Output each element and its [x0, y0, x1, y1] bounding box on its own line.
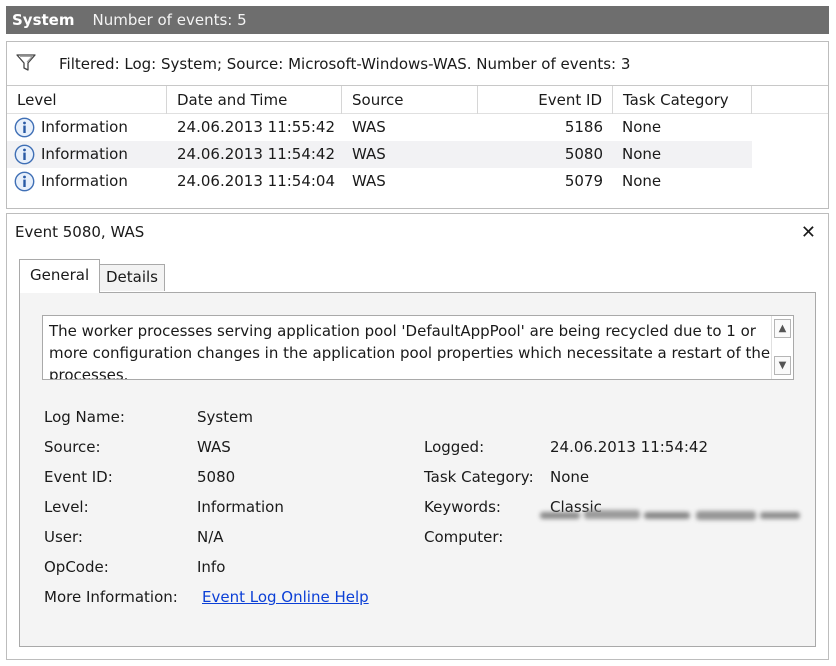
label-level: Level: [44, 498, 89, 516]
close-icon[interactable]: ✕ [801, 222, 816, 243]
events-list-panel: Filtered: Log: System; Source: Microsoft… [6, 41, 829, 209]
label-computer: Computer: [424, 528, 504, 546]
cell-event-id: 5080 [564, 145, 603, 163]
cell-task-category: None [622, 145, 662, 163]
label-more-information: More Information: [44, 588, 178, 606]
cell-level: Information [41, 118, 128, 136]
information-icon [14, 171, 35, 192]
log-header-bar: System Number of events: 5 [6, 6, 829, 34]
label-source: Source: [44, 438, 101, 456]
table-row-selected[interactable]: Information 24.06.2013 11:54:42 WAS 5080… [7, 141, 828, 168]
column-header-date-time[interactable]: Date and Time [167, 86, 342, 114]
cell-level: Information [41, 145, 128, 163]
cell-task-category: None [622, 118, 662, 136]
event-log-online-help-link[interactable]: Event Log Online Help [202, 588, 369, 606]
label-keywords: Keywords: [424, 498, 501, 516]
filter-icon [16, 54, 36, 71]
event-description: The worker processes serving application… [49, 322, 771, 380]
cell-date-time: 24.06.2013 11:55:42 [177, 118, 336, 136]
tab-general[interactable]: General [19, 259, 101, 293]
cell-task-category: None [622, 172, 662, 190]
general-tab-content: The worker processes serving application… [19, 292, 816, 647]
column-header-task-category[interactable]: Task Category [613, 86, 752, 114]
scroll-down-button[interactable]: ▼ [774, 356, 791, 375]
label-event-id: Event ID: [44, 468, 113, 486]
scroll-up-button[interactable]: ▲ [774, 319, 791, 338]
cell-source: WAS [352, 172, 386, 190]
value-logged: 24.06.2013 11:54:42 [550, 438, 709, 456]
value-event-id: 5080 [197, 468, 236, 486]
value-log-name: System [197, 408, 253, 426]
event-details-panel: Event 5080, WAS ✕ General Details The wo… [6, 213, 829, 660]
label-opcode: OpCode: [44, 558, 109, 576]
description-scrollbar[interactable]: ▲ ▼ [771, 316, 793, 379]
label-log-name: Log Name: [44, 408, 125, 426]
table-header: Level Date and Time Source Event ID Task… [7, 86, 828, 114]
label-logged: Logged: [424, 438, 485, 456]
information-icon [14, 144, 35, 165]
cell-level: Information [41, 172, 128, 190]
filter-description: Filtered: Log: System; Source: Microsoft… [59, 55, 631, 73]
label-user: User: [44, 528, 83, 546]
filter-bar: Filtered: Log: System; Source: Microsoft… [7, 42, 828, 86]
column-header-event-id[interactable]: Event ID [478, 86, 613, 114]
value-opcode: Info [197, 558, 226, 576]
event-description-box[interactable]: The worker processes serving application… [42, 315, 794, 380]
events-table: Level Date and Time Source Event ID Task… [7, 86, 828, 195]
table-row[interactable]: Information 24.06.2013 11:55:42 WAS 5186… [7, 114, 828, 141]
column-header-level[interactable]: Level [7, 86, 167, 114]
computer-name-redacted [540, 510, 800, 520]
log-title: System [12, 11, 75, 29]
label-task-category: Task Category: [424, 468, 534, 486]
cell-date-time: 24.06.2013 11:54:42 [177, 145, 336, 163]
event-count: Number of events: 5 [92, 11, 247, 29]
cell-date-time: 24.06.2013 11:54:04 [177, 172, 336, 190]
tab-details[interactable]: Details [99, 264, 166, 291]
cell-event-id: 5079 [564, 172, 603, 190]
event-viewer-window: System Number of events: 5 Filtered: Log… [6, 6, 829, 660]
value-task-category: None [550, 468, 590, 486]
table-row[interactable]: Information 24.06.2013 11:54:04 WAS 5079… [7, 168, 828, 195]
column-header-source[interactable]: Source [342, 86, 478, 114]
cell-source: WAS [352, 145, 386, 163]
value-source: WAS [197, 438, 231, 456]
value-user: N/A [197, 528, 224, 546]
event-title: Event 5080, WAS [15, 223, 145, 241]
cell-source: WAS [352, 118, 386, 136]
information-icon [14, 117, 35, 138]
value-level: Information [197, 498, 284, 516]
cell-event-id: 5186 [564, 118, 603, 136]
